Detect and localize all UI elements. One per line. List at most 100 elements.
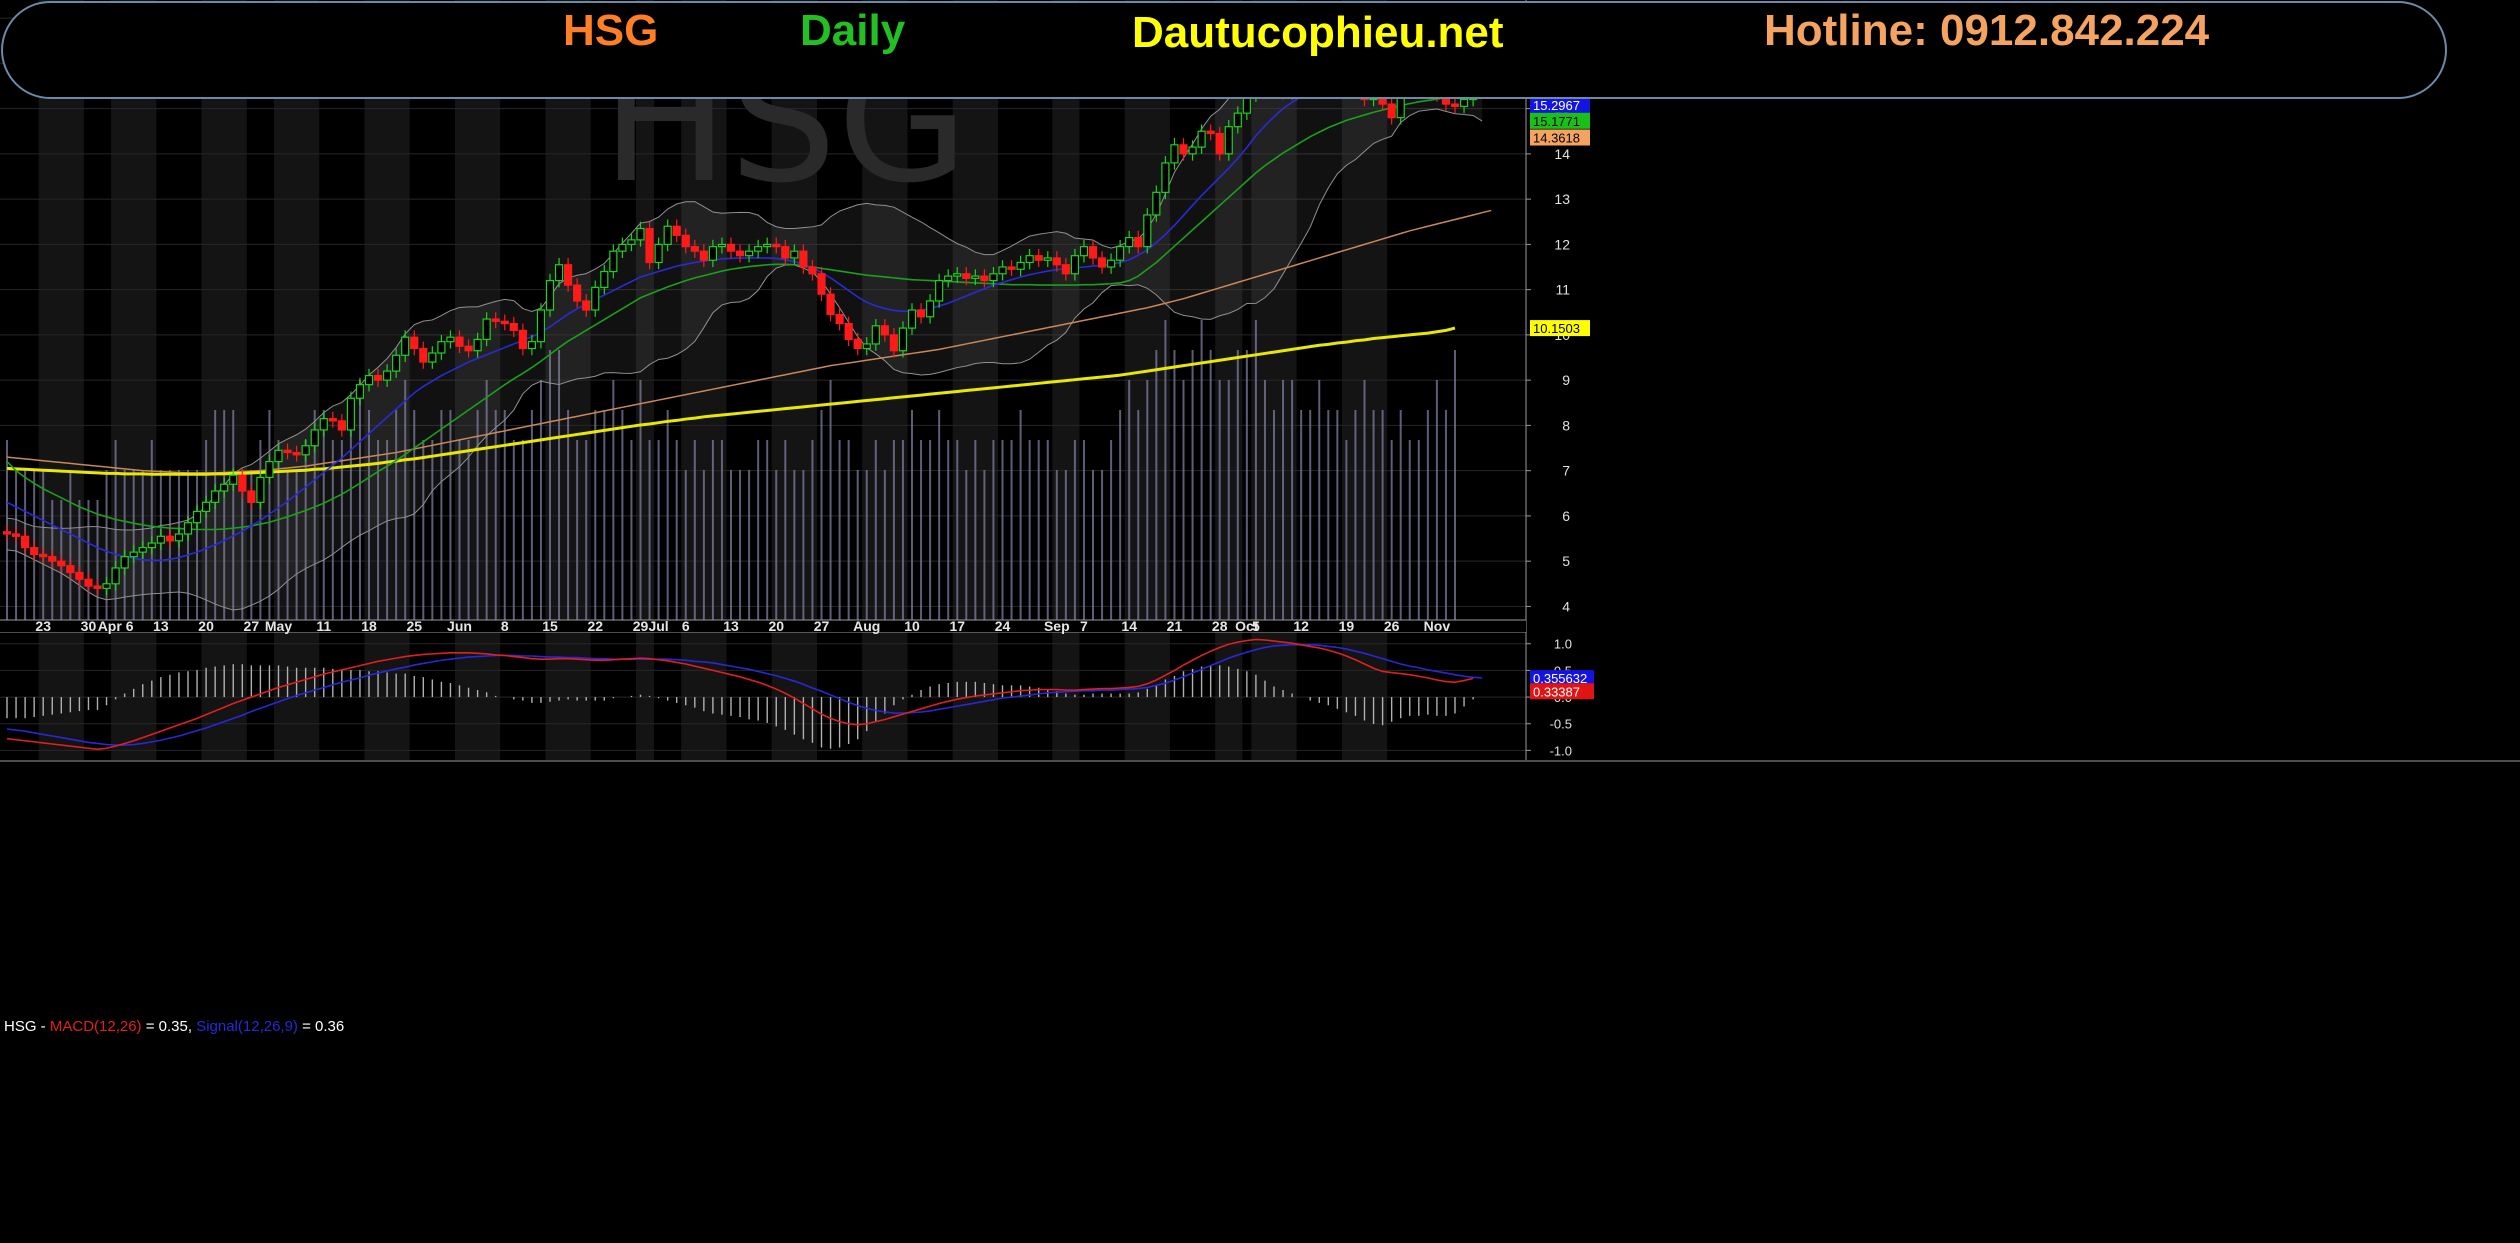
- candle-down: [57, 560, 66, 567]
- candle-down: [889, 334, 899, 352]
- candle-down: [781, 246, 790, 259]
- candle-down: [880, 325, 889, 336]
- price-tick-label: 7: [1562, 463, 1570, 479]
- candle-up: [1025, 255, 1034, 264]
- candle-down: [1450, 103, 1460, 107]
- x-tick-label: 14: [1121, 618, 1137, 634]
- x-tick-label: 6: [682, 618, 690, 634]
- candle-up: [428, 352, 437, 363]
- candle-up: [600, 270, 609, 288]
- candle-down: [980, 275, 989, 282]
- x-tick-label: 30: [81, 618, 97, 634]
- macd-legend-signal-name: Signal(12,26,9): [196, 1018, 298, 1035]
- candle-up: [392, 354, 401, 372]
- candle-up: [898, 327, 908, 352]
- candle-down: [464, 345, 473, 352]
- macd-legend-symbol: HSG: [4, 1018, 37, 1035]
- candle-down: [373, 375, 383, 381]
- x-tick-label: 20: [768, 618, 784, 634]
- x-tick-label: 22: [587, 618, 603, 634]
- x-tick-label: Apr 6: [98, 618, 134, 634]
- candle-down: [48, 556, 57, 562]
- x-tick-label: 24: [995, 618, 1011, 634]
- candle-up: [717, 243, 727, 248]
- candle-down: [808, 266, 817, 275]
- candle-up: [1188, 146, 1197, 155]
- macd-week-stripe: [862, 632, 908, 760]
- candle-up: [1079, 246, 1089, 257]
- candle-up: [111, 567, 120, 585]
- candle-up: [527, 341, 537, 350]
- price-flag-label: 14.3618: [1533, 130, 1580, 145]
- price-tick-label: 6: [1562, 508, 1570, 524]
- candle-down: [681, 234, 690, 248]
- candle-up: [1224, 126, 1233, 155]
- candle-up: [220, 483, 229, 492]
- candle-down: [75, 571, 84, 580]
- candle-up: [998, 266, 1007, 275]
- price-tick-label: 8: [1562, 417, 1570, 433]
- candle-up: [609, 250, 618, 273]
- candle-up: [265, 461, 274, 479]
- candle-down: [853, 338, 862, 350]
- candle-up: [355, 384, 365, 399]
- candle-up: [192, 510, 202, 524]
- candle-down: [582, 300, 591, 311]
- candle-down: [1061, 264, 1070, 275]
- candle-down: [337, 420, 346, 431]
- candle-down: [1088, 246, 1098, 259]
- x-tick-label: 27: [244, 618, 260, 634]
- candle-up: [953, 273, 962, 277]
- x-tick-label: 29: [633, 618, 649, 634]
- candle-down: [84, 578, 93, 587]
- candle-up: [446, 336, 455, 343]
- x-tick-label: 7: [1080, 618, 1088, 634]
- candle-up: [482, 318, 491, 341]
- macd-tick-label: -0.5: [1550, 717, 1572, 732]
- candle-up: [301, 445, 310, 456]
- x-tick-label: 20: [198, 618, 214, 634]
- macd-week-stripe: [681, 632, 727, 760]
- candle-up: [536, 309, 546, 343]
- candle-down: [672, 225, 681, 236]
- candle-up: [437, 341, 446, 354]
- candle-up: [211, 490, 220, 503]
- macd-legend-macd-name: MACD(12,26): [50, 1018, 142, 1035]
- candle-up: [744, 250, 754, 257]
- candle-down: [690, 246, 699, 252]
- candle-up: [229, 474, 238, 485]
- macd-legend: HSG - MACD(12,26) = 0.35, Signal(12,26,9…: [4, 1018, 344, 1035]
- price-flag-label: 15.1771: [1533, 114, 1580, 129]
- x-tick-label: 18: [361, 618, 377, 634]
- candle-up: [591, 286, 600, 311]
- x-tick-label: 15: [542, 618, 558, 634]
- candle-up: [925, 300, 935, 318]
- candle-up: [1070, 255, 1080, 275]
- candle-down: [726, 243, 736, 252]
- candle-up: [554, 264, 564, 282]
- candle-down: [1097, 257, 1107, 268]
- x-tick-label: Aug: [853, 618, 880, 634]
- candle-down: [844, 322, 853, 341]
- candle-down: [66, 565, 75, 574]
- x-tick-label: 17: [949, 618, 965, 634]
- price-tick-label: 12: [1554, 236, 1570, 252]
- candle-down: [455, 336, 464, 347]
- candle-down: [292, 451, 301, 456]
- chart-stage: HSG 456789101112131415161716.616.616.231…: [0, 0, 2520, 1238]
- candle-down: [1134, 236, 1143, 248]
- x-tick-label: Nov: [1424, 618, 1451, 634]
- x-tick-label: Jun: [447, 618, 472, 634]
- candle-down: [2, 531, 12, 535]
- candle-down: [916, 309, 926, 318]
- candle-up: [1116, 246, 1125, 261]
- candle-up: [1233, 112, 1242, 128]
- candle-down: [1387, 103, 1396, 119]
- candle-up: [383, 370, 392, 381]
- candle-up: [1152, 191, 1161, 216]
- price-tick-label: 4: [1562, 598, 1570, 614]
- candle-up: [627, 239, 636, 245]
- candle-up: [1459, 98, 1469, 107]
- candle-down: [491, 318, 500, 322]
- macd-legend-sep: -: [37, 1018, 50, 1035]
